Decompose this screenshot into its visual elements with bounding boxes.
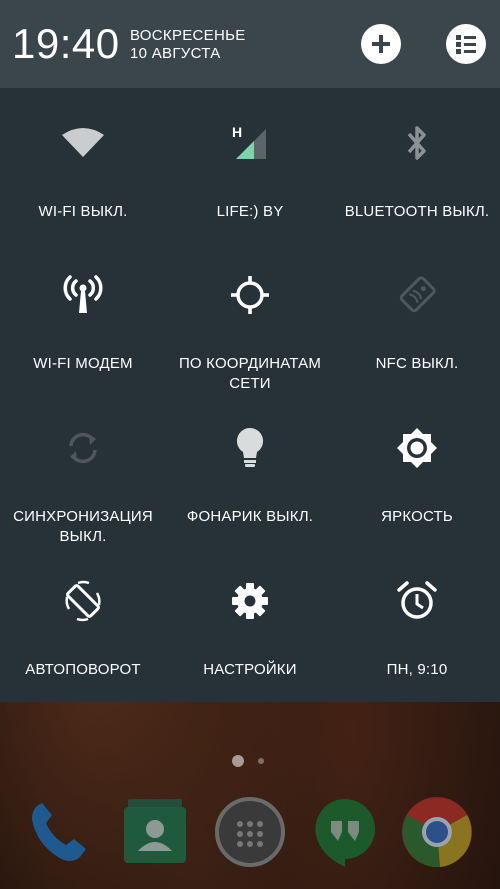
- chrome-app-icon[interactable]: [400, 795, 474, 869]
- tile-alarm[interactable]: ПН, 9:10: [334, 546, 500, 696]
- nfc-icon: [392, 270, 442, 320]
- tile-wifi[interactable]: WI-FI ВЫКЛ.: [0, 88, 166, 238]
- cellular-signal-icon: H: [225, 118, 275, 168]
- page-dot: [258, 758, 264, 764]
- page-indicator: [0, 755, 500, 767]
- edit-tiles-button[interactable]: [446, 24, 486, 64]
- bluetooth-icon: [392, 118, 442, 168]
- tile-label: BLUETOOTH ВЫКЛ.: [344, 203, 490, 220]
- tile-label: АВТОПОВОРОТ: [25, 661, 141, 678]
- plus-icon: [372, 35, 390, 53]
- hangouts-app-icon[interactable]: [308, 795, 382, 869]
- tile-label: WI-FI МОДЕМ: [33, 355, 133, 372]
- tile-label: ПН, 9:10: [386, 661, 448, 678]
- tile-label: LIFE:) BY: [216, 203, 284, 220]
- brightness-icon: [392, 423, 442, 473]
- alarm-icon: [392, 576, 442, 626]
- flashlight-icon: [225, 423, 275, 473]
- location-icon: [225, 270, 275, 320]
- tile-mobile-data[interactable]: H LIFE:) BY: [167, 88, 333, 238]
- tile-location[interactable]: ПО КООРДИНАТАМ СЕТИ: [167, 240, 333, 392]
- notification-header: 19:40 ВОСКРЕСЕНЬЕ 10 АВГУСТА: [0, 0, 500, 88]
- tile-label: ФОНАРИК ВЫКЛ.: [186, 508, 314, 525]
- quick-settings-panel: WI-FI ВЫКЛ. H LIFE:) BY BLUETOOTH ВЫКЛ.: [0, 88, 500, 702]
- date-text: 10 АВГУСТА: [130, 45, 221, 62]
- tile-brightness[interactable]: ЯРКОСТЬ: [334, 393, 500, 543]
- tile-nfc[interactable]: NFC ВЫКЛ.: [334, 240, 500, 390]
- wifi-icon: [58, 118, 108, 168]
- tile-label: ПО КООРДИНАТАМ СЕТИ: [178, 355, 322, 392]
- tile-settings[interactable]: НАСТРОЙКИ: [167, 546, 333, 696]
- tile-label: WI-FI ВЫКЛ.: [38, 203, 128, 220]
- app-drawer-button[interactable]: [213, 795, 287, 869]
- tile-label: НАСТРОЙКИ: [203, 661, 297, 678]
- tile-auto-rotate[interactable]: АВТОПОВОРОТ: [0, 546, 166, 696]
- list-settings-icon: [456, 35, 476, 54]
- tile-label: СИНХРОНИЗАЦИЯ ВЫКЛ.: [13, 508, 153, 545]
- network-type-text: H: [232, 124, 242, 140]
- phone-app-icon[interactable]: [22, 795, 96, 869]
- hotspot-icon: [58, 270, 108, 320]
- tile-flashlight[interactable]: ФОНАРИК ВЫКЛ.: [167, 393, 333, 543]
- date-block: ВОСКРЕСЕНЬЕ 10 АВГУСТА: [130, 27, 246, 63]
- add-button[interactable]: [361, 24, 401, 64]
- page-dot-active: [232, 755, 244, 767]
- contacts-app-icon[interactable]: [118, 795, 192, 869]
- tile-label: NFC ВЫКЛ.: [375, 355, 459, 372]
- tile-hotspot[interactable]: WI-FI МОДЕМ: [0, 240, 166, 390]
- settings-icon: [225, 576, 275, 626]
- day-of-week: ВОСКРЕСЕНЬЕ: [130, 27, 246, 44]
- tile-sync[interactable]: СИНХРОНИЗАЦИЯ ВЫКЛ.: [0, 393, 166, 545]
- auto-rotate-icon: [58, 576, 108, 626]
- tile-bluetooth[interactable]: BLUETOOTH ВЫКЛ.: [334, 88, 500, 238]
- tile-label: ЯРКОСТЬ: [381, 508, 453, 525]
- sync-icon: [58, 423, 108, 473]
- clock-time: 19:40: [12, 20, 120, 67]
